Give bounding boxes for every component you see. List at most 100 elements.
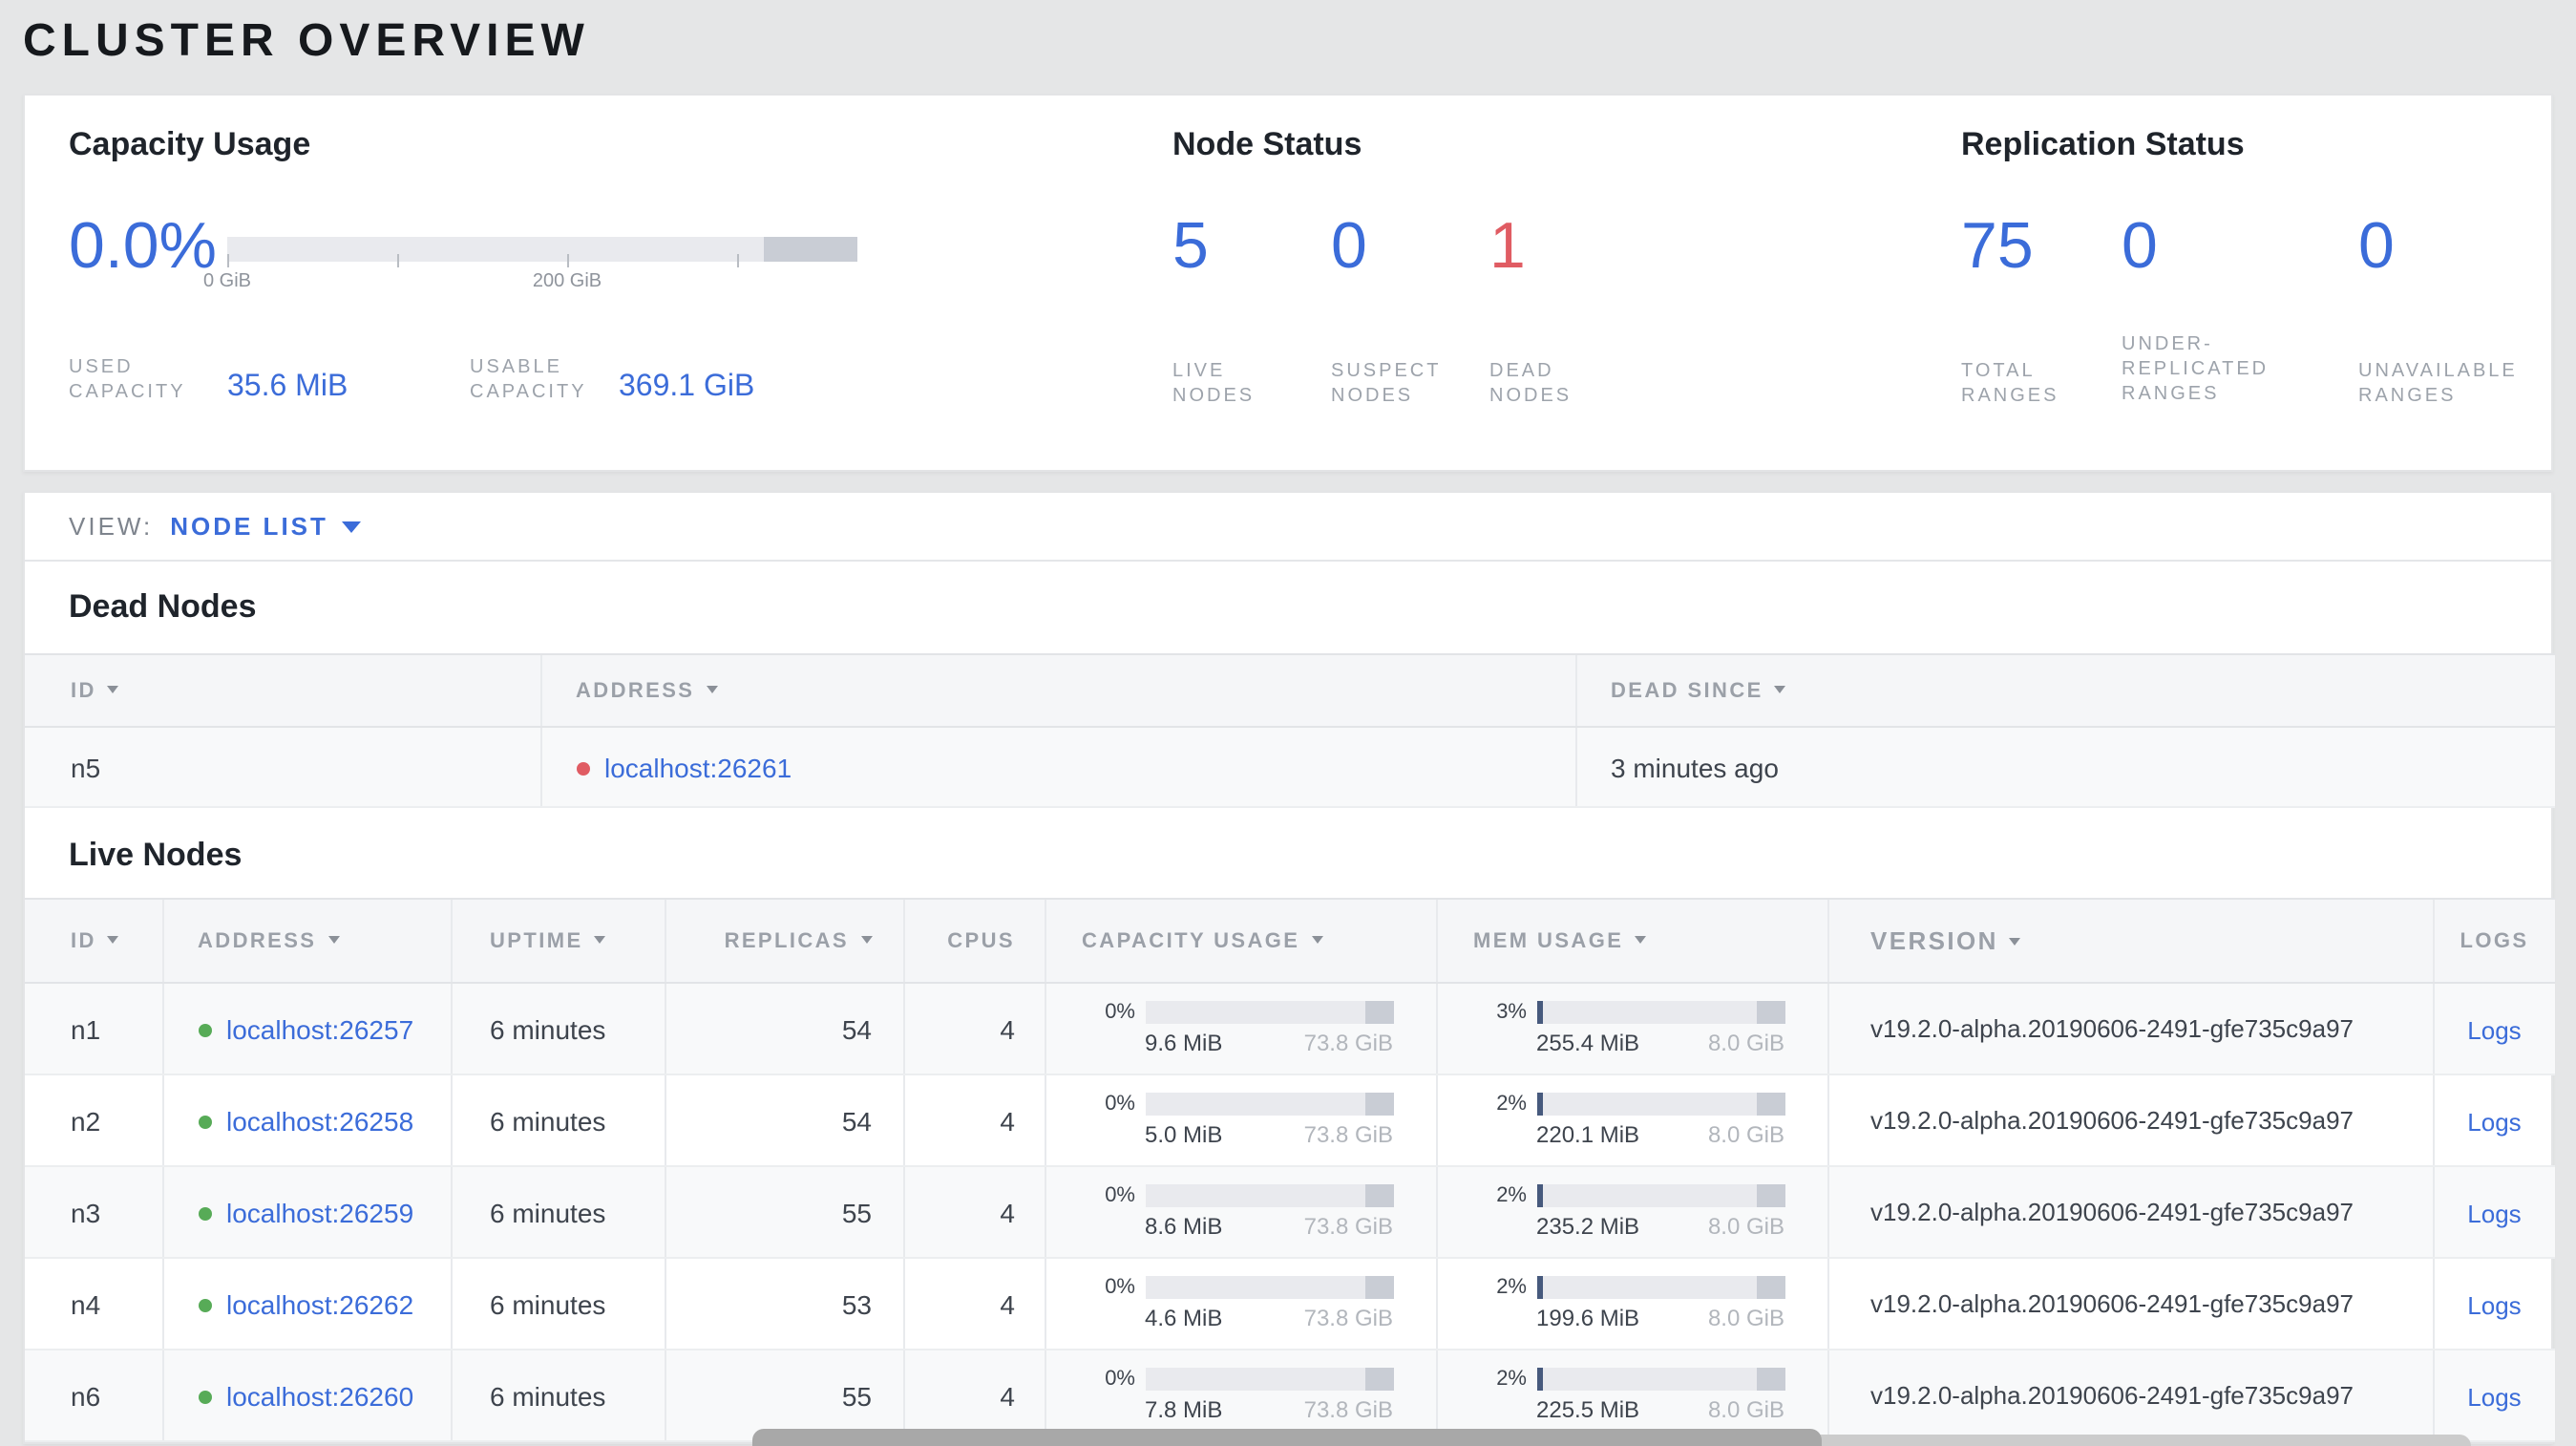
node-replicas: 55: [664, 1350, 903, 1442]
cluster-overview-page: CLUSTER OVERVIEW Capacity Usage 0.0% 0 G…: [0, 0, 2576, 1446]
dead-col-address[interactable]: ADDRESS: [539, 653, 1575, 728]
suspect-nodes-label: SUSPECT NODES: [1331, 361, 1442, 407]
sort-arrow-icon: [2009, 938, 2021, 946]
view-label: VIEW:: [69, 512, 154, 541]
node-logs-link[interactable]: Logs: [2467, 1199, 2521, 1227]
view-mode-selected: NODE LIST: [170, 512, 328, 541]
node-uptime: 6 minutes: [450, 1258, 665, 1350]
under-replicated-ranges-count: 0: [2122, 210, 2158, 283]
capacity-usage-bar: [227, 237, 857, 262]
capacity-usage-bar: [1145, 1368, 1393, 1391]
live-nodes-heading: Live Nodes: [69, 837, 243, 873]
capacity-percent: 0%: [1105, 1276, 1135, 1299]
view-mode-dropdown[interactable]: NODE LIST: [170, 512, 361, 541]
live-col-logs: LOGS: [2432, 898, 2555, 984]
live-nodes-table: ID ADDRESS UPTIME REPLICAS CPUS CAPACITY…: [25, 898, 2555, 1442]
unavailable-ranges-label: UNAVAILABLE RANGES: [2358, 361, 2518, 407]
mem-total-value: 8.0 GiB: [1707, 1396, 1784, 1423]
mem-usage-fill: [1536, 1276, 1543, 1299]
node-capacity-usage-cell: 0% 8.6 MiB 73.8 GiB: [1044, 1166, 1436, 1259]
stat-live-nodes: 5 LIVE NODES: [1172, 210, 1331, 409]
live-node-row: n1 localhost:26257 6 minutes 54 4 0% 9.6…: [25, 983, 2555, 1075]
node-logs-link[interactable]: Logs: [2467, 1107, 2521, 1136]
dead-col-dead-since[interactable]: DEAD SINCE: [1574, 653, 2555, 728]
node-id: n5: [25, 727, 540, 808]
live-node-row: n2 localhost:26258 6 minutes 54 4 0% 5.0…: [25, 1074, 2555, 1167]
live-col-id[interactable]: ID: [25, 898, 162, 984]
node-address-link[interactable]: localhost:26259: [226, 1199, 413, 1229]
live-node-row: n3 localhost:26259 6 minutes 55 4 0% 8.6…: [25, 1166, 2555, 1259]
mem-percent: 2%: [1496, 1368, 1527, 1391]
node-address-link[interactable]: localhost:26260: [226, 1382, 413, 1413]
node-logs-link[interactable]: Logs: [2467, 1382, 2521, 1411]
dead-nodes-count: 1: [1489, 210, 1526, 283]
node-logs-cell: Logs: [2432, 983, 2555, 1075]
dead-col-id[interactable]: ID: [25, 653, 540, 728]
node-live-status-dot: [198, 1206, 211, 1221]
page-title: CLUSTER OVERVIEW: [23, 15, 590, 67]
capacity-axis-tick: [737, 254, 739, 267]
mem-percent: 2%: [1496, 1093, 1527, 1116]
node-cpus: 4: [902, 983, 1045, 1075]
node-dead-since: 3 minutes ago: [1574, 727, 2555, 808]
capacity-usage-bar: [1145, 1276, 1393, 1299]
node-mem-usage-cell: 2% 199.6 MiB 8.0 GiB: [1435, 1258, 1827, 1350]
capacity-total-value: 73.8 GiB: [1303, 1396, 1393, 1423]
node-address-cell: localhost:26262: [161, 1258, 451, 1350]
capacity-used-value: 8.6 MiB: [1145, 1213, 1223, 1240]
cluster-summary-card: Capacity Usage 0.0% 0 GiB 200 GiB USED C…: [23, 94, 2553, 472]
capacity-bar-cap-segment: [764, 237, 857, 262]
live-col-address[interactable]: ADDRESS: [161, 898, 451, 984]
mem-usage-bar: [1536, 1276, 1784, 1299]
bottom-overlay-bar: [752, 1429, 1822, 1446]
live-node-row: n4 localhost:26262 6 minutes 53 4 0% 4.6…: [25, 1258, 2555, 1350]
node-id: n4: [25, 1258, 162, 1350]
dead-nodes-label: DEAD NODES: [1489, 361, 1573, 407]
node-id: n6: [25, 1350, 162, 1442]
mem-total-value: 8.0 GiB: [1707, 1121, 1784, 1148]
sort-arrow-icon: [1635, 935, 1647, 943]
node-capacity-usage-cell: 0% 7.8 MiB 73.8 GiB: [1044, 1350, 1436, 1442]
mem-usage-fill: [1536, 1001, 1544, 1024]
used-capacity-label: USED CAPACITY: [69, 357, 186, 403]
stat-total-ranges: 75 TOTAL RANGES: [1961, 210, 2122, 409]
node-address-link[interactable]: localhost:26257: [226, 1015, 413, 1046]
node-version: v19.2.0-alpha.20190606-2491-gfe735c9a97: [1826, 983, 2433, 1075]
live-col-uptime[interactable]: UPTIME: [450, 898, 665, 984]
node-uptime: 6 minutes: [450, 983, 665, 1075]
node-address-link[interactable]: localhost:26258: [226, 1107, 413, 1138]
stat-dead-nodes: 1 DEAD NODES: [1489, 210, 1661, 409]
node-status-heading: Node Status: [1172, 126, 1362, 162]
live-col-capacity-usage[interactable]: CAPACITY USAGE: [1044, 898, 1436, 984]
node-version: v19.2.0-alpha.20190606-2491-gfe735c9a97: [1826, 1258, 2433, 1350]
node-replicas: 54: [664, 983, 903, 1075]
mem-used-value: 220.1 MiB: [1536, 1121, 1640, 1148]
node-list-panel: VIEW: NODE LIST Dead Nodes ID ADDRESS DE…: [23, 491, 2555, 1444]
dead-nodes-table: ID ADDRESS DEAD SINCE n5 localhost:26261…: [25, 653, 2555, 808]
node-address-link[interactable]: localhost:26262: [226, 1290, 413, 1321]
mem-usage-bar: [1536, 1001, 1784, 1024]
unavailable-ranges-count: 0: [2358, 210, 2395, 283]
stat-under-replicated-ranges: 0 UNDER- REPLICATED RANGES: [2122, 210, 2358, 409]
node-logs-link[interactable]: Logs: [2467, 1015, 2521, 1044]
live-col-replicas[interactable]: REPLICAS: [664, 898, 903, 984]
capacity-usage-bar: [1145, 1184, 1393, 1207]
node-replicas: 53: [664, 1258, 903, 1350]
node-address-cell: localhost:26259: [161, 1166, 451, 1259]
node-logs-link[interactable]: Logs: [2467, 1290, 2521, 1319]
capacity-tick-label-200: 200 GiB: [532, 271, 602, 292]
mem-total-value: 8.0 GiB: [1707, 1213, 1784, 1240]
live-col-version[interactable]: VERSION: [1826, 898, 2433, 984]
sort-arrow-icon: [594, 935, 606, 943]
mem-usage-fill: [1536, 1368, 1543, 1391]
live-col-mem-usage[interactable]: MEM USAGE: [1435, 898, 1827, 984]
capacity-axis-tick: [397, 254, 399, 267]
mem-usage-bar: [1536, 1368, 1784, 1391]
node-address-cell: localhost:26260: [161, 1350, 451, 1442]
node-logs-cell: Logs: [2432, 1258, 2555, 1350]
node-address-link[interactable]: localhost:26261: [604, 754, 792, 784]
sort-arrow-icon: [860, 935, 872, 943]
used-capacity-value: 35.6 MiB: [227, 371, 348, 403]
dead-nodes-header-row: ID ADDRESS DEAD SINCE: [25, 653, 2555, 728]
node-address-cell: localhost:26261: [539, 727, 1575, 808]
